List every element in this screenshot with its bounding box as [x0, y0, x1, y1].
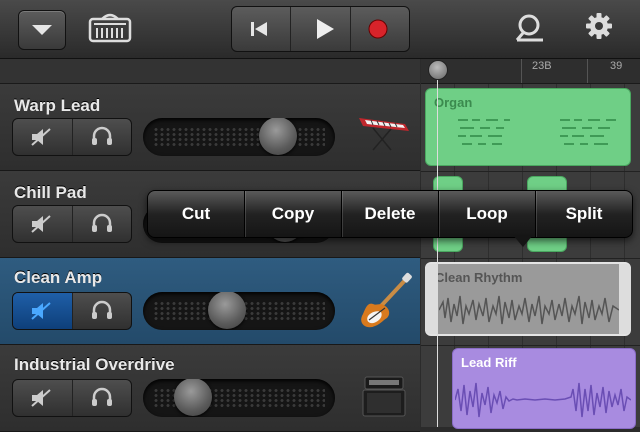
volume-knob[interactable]: [208, 292, 246, 329]
ruler-label: 39: [610, 60, 623, 72]
volume-knob[interactable]: [174, 379, 212, 416]
solo-button[interactable]: [73, 119, 132, 155]
menu-item-cut[interactable]: Cut: [148, 191, 245, 237]
region-label: Clean Rhythm: [435, 270, 523, 285]
track-header[interactable]: Warp Lead: [0, 84, 420, 171]
amp-icon: [88, 13, 132, 43]
mute-button[interactable]: [13, 119, 73, 155]
midi-notes: [458, 119, 616, 145]
playhead-handle[interactable]: [428, 60, 448, 80]
region-resize-handle-right[interactable]: [619, 264, 631, 334]
audio-waveform: [439, 295, 619, 325]
track-controls: [12, 205, 132, 243]
ruler-label: 23B: [532, 60, 552, 72]
region-clean-rhythm[interactable]: Clean Rhythm: [425, 262, 631, 336]
rewind-icon: [251, 22, 267, 36]
rewind-button[interactable]: [232, 7, 292, 51]
volume-knob[interactable]: [259, 118, 297, 155]
keyboard-synth-icon: [359, 118, 409, 151]
solo-button[interactable]: [73, 293, 132, 329]
headphones-icon: [91, 387, 112, 406]
headphones-icon: [91, 126, 112, 145]
chevron-down-icon: [32, 25, 52, 35]
menu-item-delete[interactable]: Delete: [342, 191, 439, 237]
top-toolbar: [0, 0, 640, 59]
gear-icon: [586, 13, 612, 39]
menu-item-copy[interactable]: Copy: [245, 191, 342, 237]
headphones-icon: [91, 300, 112, 319]
track-controls: [12, 118, 132, 156]
track-name: Warp Lead: [14, 96, 101, 115]
headphones-icon: [91, 213, 112, 232]
mute-button[interactable]: [13, 293, 73, 329]
amplifier-stack-icon: [362, 376, 406, 417]
electric-guitar-icon: [361, 272, 412, 328]
mute-speaker-icon: [31, 128, 51, 146]
amp-view-button[interactable]: [88, 13, 132, 43]
solo-button[interactable]: [73, 206, 132, 242]
region-label: Organ: [434, 95, 473, 110]
timeline-ruler[interactable]: 23B 39: [421, 59, 640, 84]
volume-slider[interactable]: [143, 118, 335, 156]
loop-settings-button[interactable]: [513, 12, 545, 44]
region-context-menu: Cut Copy Delete Loop Split: [147, 190, 633, 238]
volume-slider[interactable]: [143, 379, 335, 417]
track-name: Industrial Overdrive: [14, 355, 175, 374]
loop-settings-icon: [515, 14, 543, 42]
region-lead-riff[interactable]: Lead Riff: [452, 348, 636, 429]
region-label: Lead Riff: [461, 355, 517, 370]
mute-button[interactable]: [13, 380, 73, 416]
region-organ[interactable]: Organ: [425, 88, 631, 166]
play-icon: [317, 19, 335, 39]
track-header-selected[interactable]: Clean Amp: [0, 258, 420, 345]
solo-button[interactable]: [73, 380, 132, 416]
context-menu-pointer: [513, 235, 533, 247]
track-controls: [12, 292, 132, 330]
menu-item-loop[interactable]: Loop: [439, 191, 536, 237]
settings-button[interactable]: [584, 11, 614, 41]
track-name: Chill Pad: [14, 183, 87, 202]
track-controls: [12, 379, 132, 417]
track-header-strip: [0, 59, 420, 84]
playhead-line[interactable]: [437, 64, 438, 427]
record-button[interactable]: [351, 7, 409, 51]
mute-speaker-icon: [31, 215, 51, 233]
region-resize-handle-left[interactable]: [425, 264, 437, 334]
mute-speaker-icon: [31, 389, 51, 407]
track-header[interactable]: Industrial Overdrive: [0, 345, 420, 432]
mute-button[interactable]: [13, 206, 73, 242]
tracks-dropdown-button[interactable]: [18, 10, 66, 50]
track-name: Clean Amp: [14, 268, 103, 287]
mute-speaker-icon: [31, 302, 51, 320]
menu-item-split[interactable]: Split: [536, 191, 632, 237]
transport-controls: [231, 6, 410, 52]
audio-waveform: [455, 382, 631, 418]
record-icon: [368, 19, 388, 39]
play-button[interactable]: [291, 7, 351, 51]
volume-slider[interactable]: [143, 292, 335, 330]
